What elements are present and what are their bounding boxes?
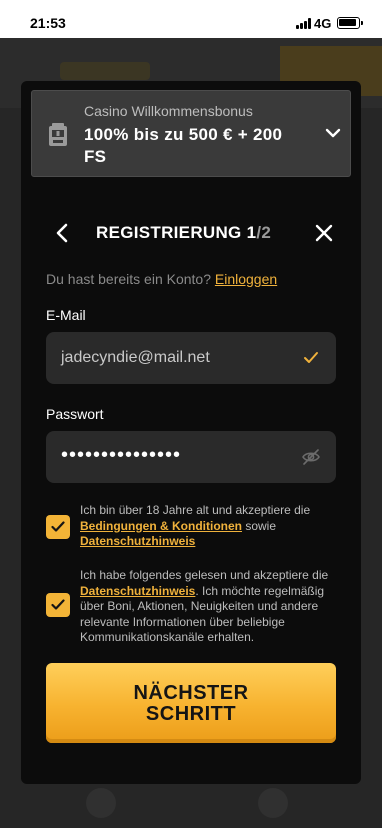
terms-link[interactable]: Bedingungen & Konditionen: [80, 519, 242, 533]
battery-tip: [361, 21, 363, 25]
bonus-label: Casino Willkommensbonus: [84, 103, 253, 119]
marketing-consent-checkbox[interactable]: [46, 593, 70, 617]
checkmark-icon: [51, 521, 65, 532]
existing-account-row: Du hast bereits ein Konto? Einloggen: [46, 271, 277, 287]
bonus-title: 100% bis zu 500 € + 200 FS: [84, 125, 283, 166]
password-field[interactable]: •••••••••••••••: [46, 431, 336, 483]
age-terms-checkbox[interactable]: [46, 515, 70, 539]
registration-header: REGISTRIERUNG 1/2: [21, 218, 361, 248]
battery-icon: [337, 17, 360, 29]
login-link[interactable]: Einloggen: [215, 271, 277, 287]
background-footer-icon: [86, 788, 116, 818]
slot-machine-icon: [49, 123, 67, 146]
valid-check-icon: [304, 352, 318, 363]
status-bar: 21:53 4G: [0, 0, 382, 38]
step-current: REGISTRIERUNG 1: [96, 223, 257, 242]
step-total: /2: [256, 223, 272, 242]
bonus-banner[interactable]: Casino Willkommensbonus 100% bis zu 500 …: [31, 90, 351, 177]
privacy-link[interactable]: Datenschutzhinweis: [80, 584, 195, 598]
privacy-link[interactable]: Datenschutzhinweis: [80, 534, 195, 548]
consent-text: Ich habe folgendes gelesen und akzeptier…: [80, 568, 329, 582]
eye-off-icon[interactable]: [302, 449, 320, 465]
marketing-consent-text: Ich habe folgendes gelesen und akzeptier…: [80, 568, 342, 646]
background-footer-icon: [258, 788, 288, 818]
registration-modal: Casino Willkommensbonus 100% bis zu 500 …: [21, 81, 361, 784]
close-icon[interactable]: [315, 224, 333, 242]
existing-account-text: Du hast bereits ein Konto?: [46, 271, 211, 287]
signal-icon: [296, 18, 312, 29]
password-value: •••••••••••••••: [61, 444, 182, 466]
back-arrow-icon[interactable]: [55, 222, 69, 244]
consent-text: sowie: [241, 518, 276, 533]
email-field[interactable]: jadecyndie@mail.net: [46, 332, 336, 384]
next-step-label: NÄCHSTER SCHRITT: [133, 682, 249, 725]
background-logo: [60, 62, 150, 80]
registration-step-title: REGISTRIERUNG 1/2: [96, 223, 271, 243]
email-label: E-Mail: [46, 307, 86, 323]
age-terms-consent-text: Ich bin über 18 Jahre alt und akzeptiere…: [80, 503, 342, 550]
next-step-button[interactable]: NÄCHSTER SCHRITT: [46, 663, 336, 743]
chevron-down-icon[interactable]: [325, 127, 341, 139]
consent-text: Ich bin über 18 Jahre alt und akzeptiere…: [80, 503, 311, 517]
network-type: 4G: [314, 16, 332, 31]
status-time: 21:53: [30, 15, 66, 31]
password-label: Passwort: [46, 406, 104, 422]
checkmark-icon: [51, 599, 65, 610]
email-value: jadecyndie@mail.net: [61, 349, 210, 366]
